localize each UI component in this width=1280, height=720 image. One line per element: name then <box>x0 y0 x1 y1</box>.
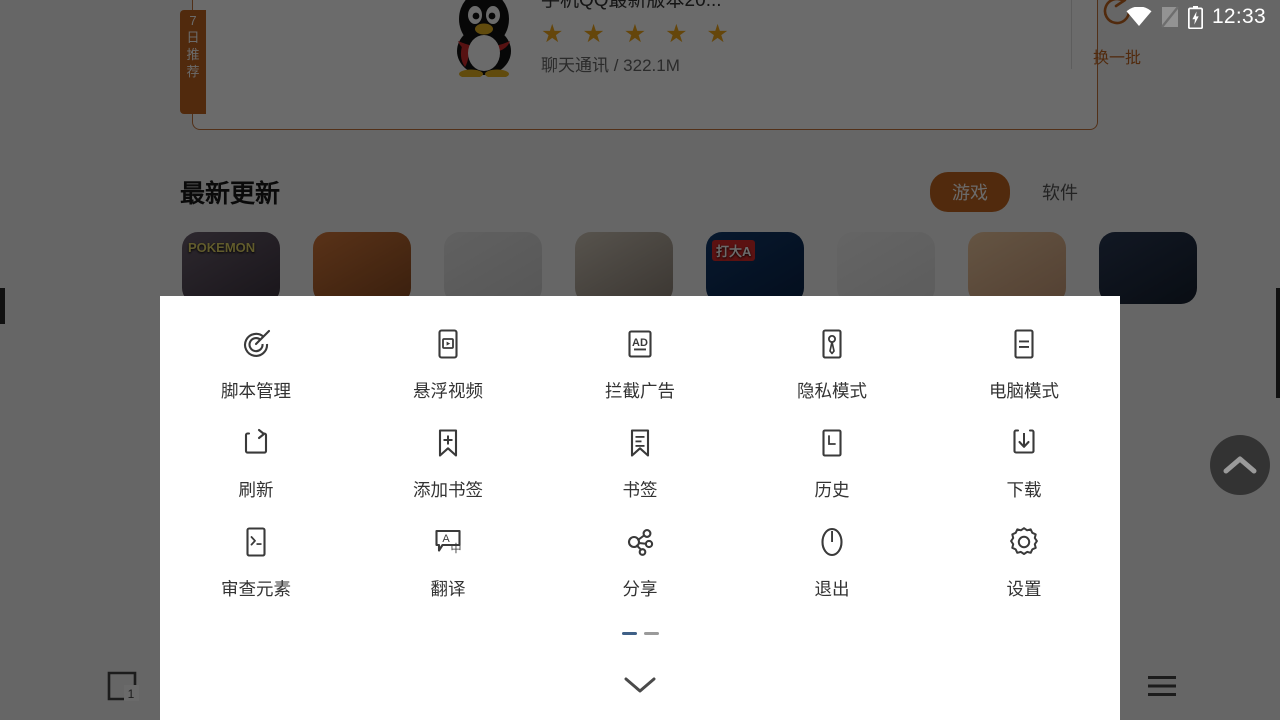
add-bookmark-icon <box>431 421 465 465</box>
menu-grid: 脚本管理 悬浮视频 AD 拦截广告 隐私模式 电脑模式 刷新 添加书签 书签 历… <box>160 296 1120 619</box>
privacy-mode-icon <box>815 322 849 366</box>
menu-item-translate[interactable]: A 中 翻译 <box>352 520 544 619</box>
menu-item-label: 设置 <box>1006 579 1042 599</box>
svg-text:A: A <box>442 533 450 545</box>
menu-item-label: 添加书签 <box>413 480 483 500</box>
settings-gear-icon <box>1007 520 1041 564</box>
menu-item-label: 下载 <box>1006 480 1042 500</box>
refresh-page-icon <box>239 421 273 465</box>
wifi-icon <box>1126 7 1152 26</box>
menu-item-script-manager[interactable]: 脚本管理 <box>160 322 352 421</box>
floating-video-icon <box>431 322 465 366</box>
menu-item-label: 刷新 <box>238 480 274 500</box>
menu-item-label: 翻译 <box>430 579 466 599</box>
browser-menu-panel: 脚本管理 悬浮视频 AD 拦截广告 隐私模式 电脑模式 刷新 添加书签 书签 历… <box>160 296 1120 720</box>
bookmark-icon <box>623 421 657 465</box>
chevron-down-icon <box>624 677 656 693</box>
download-icon <box>1007 421 1041 465</box>
power-exit-icon <box>815 520 849 564</box>
pagination-dot-1[interactable] <box>621 631 637 635</box>
desktop-mode-icon <box>1007 322 1041 366</box>
status-bar: 12:33 <box>0 0 1280 34</box>
menu-item-share[interactable]: 分享 <box>544 520 736 619</box>
menu-item-add-bookmark[interactable]: 添加书签 <box>352 421 544 520</box>
battery-charging-icon <box>1187 5 1203 29</box>
svg-text:中: 中 <box>451 542 462 555</box>
scroll-to-top-button[interactable] <box>1210 435 1270 495</box>
menu-item-desktop-mode[interactable]: 电脑模式 <box>928 322 1120 421</box>
menu-item-label: 审查元素 <box>221 579 291 599</box>
menu-item-label: 拦截广告 <box>605 381 675 401</box>
inspect-element-icon <box>239 520 273 564</box>
translate-icon: A 中 <box>430 520 466 564</box>
collapse-menu-button[interactable] <box>160 655 1120 713</box>
chevron-up-icon <box>1223 456 1257 474</box>
script-target-icon <box>239 322 273 366</box>
menu-item-refresh[interactable]: 刷新 <box>160 421 352 520</box>
screen-root: 手机QQ最新版本20... ★ ★ ★ ★ ★ 聊天通讯 / 322.1M 换一… <box>0 0 1280 720</box>
menu-item-block-ads[interactable]: AD 拦截广告 <box>544 322 736 421</box>
menu-item-label: 电脑模式 <box>989 381 1059 401</box>
menu-pagination-dots[interactable] <box>160 625 1120 641</box>
menu-item-privacy-mode[interactable]: 隐私模式 <box>736 322 928 421</box>
menu-item-label: 分享 <box>622 579 658 599</box>
menu-item-bookmarks[interactable]: 书签 <box>544 421 736 520</box>
menu-item-inspect-element[interactable]: 审查元素 <box>160 520 352 619</box>
right-edge-sliver <box>1276 288 1280 398</box>
status-bar-clock: 12:33 <box>1211 5 1266 28</box>
menu-item-exit[interactable]: 退出 <box>736 520 928 619</box>
sim-card-icon <box>1161 6 1179 28</box>
menu-item-label: 历史 <box>814 480 850 500</box>
pagination-dot-2[interactable] <box>643 631 659 635</box>
menu-item-floating-video[interactable]: 悬浮视频 <box>352 322 544 421</box>
menu-item-label: 隐私模式 <box>797 381 867 401</box>
menu-item-settings[interactable]: 设置 <box>928 520 1120 619</box>
menu-item-label: 脚本管理 <box>221 381 291 401</box>
block-ad-icon: AD <box>623 322 657 366</box>
menu-item-label: 悬浮视频 <box>413 381 483 401</box>
menu-item-history[interactable]: 历史 <box>736 421 928 520</box>
history-icon <box>815 421 849 465</box>
svg-text:AD: AD <box>632 337 648 349</box>
menu-item-label: 书签 <box>622 480 658 500</box>
menu-item-label: 退出 <box>814 579 850 599</box>
left-edge-sliver <box>0 288 5 324</box>
share-icon <box>623 520 657 564</box>
menu-item-downloads[interactable]: 下载 <box>928 421 1120 520</box>
